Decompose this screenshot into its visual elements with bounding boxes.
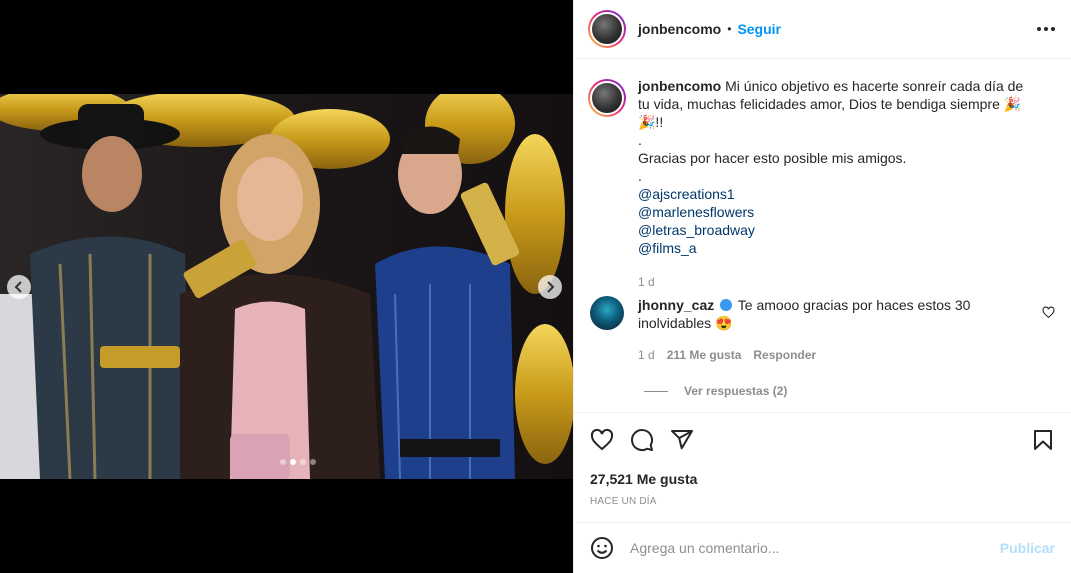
heart-icon[interactable] [590, 428, 614, 452]
author-username[interactable]: jonbencomo [638, 21, 721, 37]
carousel-dot [300, 459, 306, 465]
commenter-username[interactable]: jhonny_caz [638, 297, 714, 313]
author-avatar[interactable] [588, 10, 626, 48]
post-caption: jonbencomo Mi único objetivo es hacerte … [588, 77, 1055, 291]
view-replies-label: Ver respuestas (2) [684, 384, 788, 398]
carousel-indicator [280, 459, 316, 465]
publish-button[interactable]: Publicar [1000, 540, 1055, 556]
comment-item: jhonny_caz Te amooo gracias por haces es… [590, 296, 1055, 364]
post-actions: 27,521 Me gusta HACE UN DÍA [574, 412, 1071, 522]
verified-icon [720, 299, 733, 311]
post-photo[interactable] [0, 94, 573, 479]
comment-input[interactable] [630, 540, 990, 556]
comment-heart-icon[interactable] [1042, 306, 1055, 319]
separator-dot: • [727, 22, 732, 36]
instagram-post-dialog: jonbencomo • Seguir jonbencomo Mi único … [0, 0, 1071, 573]
previous-slide-button[interactable] [7, 275, 31, 299]
carousel-dot [310, 459, 316, 465]
post-media [0, 0, 573, 573]
chevron-right-icon [547, 281, 555, 293]
post-date[interactable]: HACE UN DÍA [590, 496, 1055, 507]
view-replies-button[interactable]: Ver respuestas (2) [644, 384, 787, 398]
comment-likes[interactable]: 211 Me gusta [667, 346, 742, 364]
add-comment-bar: Publicar [574, 522, 1071, 573]
share-icon[interactable] [670, 428, 694, 452]
mention-link[interactable]: @films_a [638, 239, 1038, 257]
next-slide-button[interactable] [538, 275, 562, 299]
mention-link[interactable]: @marlenesflowers [638, 203, 1038, 221]
reply-button[interactable]: Responder [753, 346, 816, 364]
caption-username[interactable]: jonbencomo [638, 78, 721, 94]
caption-dot: . [638, 168, 642, 184]
emoji-icon[interactable] [590, 536, 614, 560]
caption-time[interactable]: 1 d [638, 273, 1038, 291]
more-options-icon[interactable] [1037, 27, 1055, 31]
post-header: jonbencomo • Seguir [574, 0, 1071, 59]
caption-thanks: Gracias por hacer esto posible mis amigo… [638, 150, 907, 166]
bookmark-icon[interactable] [1031, 428, 1055, 452]
carousel-dot-active [290, 459, 296, 465]
chevron-left-icon [14, 281, 22, 293]
caption-avatar[interactable] [588, 79, 626, 117]
commenter-avatar[interactable] [590, 296, 624, 330]
mention-link[interactable]: @ajscreations1 [638, 185, 1038, 203]
follow-button[interactable]: Seguir [737, 21, 781, 37]
mention-link[interactable]: @letras_broadway [638, 221, 1038, 239]
post-side-panel: jonbencomo • Seguir jonbencomo Mi único … [573, 0, 1071, 573]
like-count[interactable]: 27,521 Me gusta [590, 471, 1055, 487]
caption-dot: . [638, 132, 642, 148]
comment-icon[interactable] [630, 428, 654, 452]
comment-time[interactable]: 1 d [638, 346, 655, 364]
carousel-dot [280, 459, 286, 465]
